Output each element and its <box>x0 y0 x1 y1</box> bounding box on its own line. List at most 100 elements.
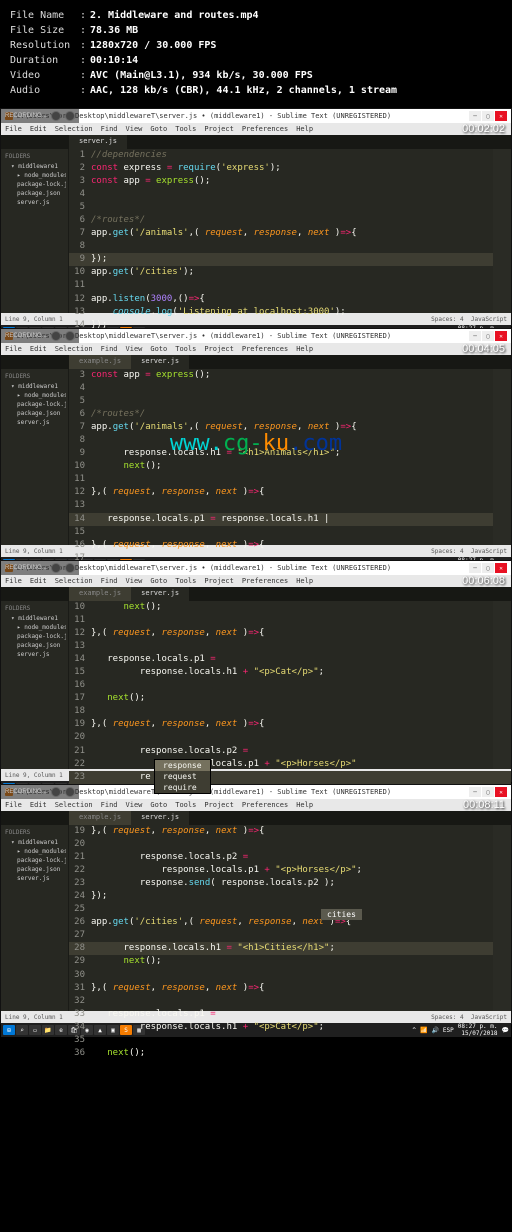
menu-project[interactable]: Project <box>204 577 234 585</box>
code-line[interactable]: 33 response.locals.p1 = <box>69 1008 511 1021</box>
code-content[interactable]: response.locals.h1 = "<h1>Cities</h1>"; <box>91 942 335 955</box>
minimap[interactable] <box>493 825 511 1011</box>
code-line[interactable]: 36 next(); <box>69 1047 511 1060</box>
code-content[interactable]: console.log('Listening at localhost:3000… <box>91 306 346 319</box>
autocomplete-item[interactable]: require <box>155 782 210 793</box>
menu-edit[interactable]: Edit <box>30 345 47 353</box>
code-content[interactable]: app.get('/cities',( request, response, n… <box>91 916 351 929</box>
code-line[interactable]: 20 <box>69 838 511 851</box>
code-content[interactable]: response.locals.p1 = <box>91 1008 216 1021</box>
code-line[interactable]: 11 <box>69 473 511 486</box>
code-line[interactable]: 4 <box>69 188 511 201</box>
code-line[interactable]: 20 <box>69 731 511 744</box>
menu-tools[interactable]: Tools <box>175 345 196 353</box>
sidebar-item[interactable]: server.js <box>3 874 66 883</box>
code-content[interactable]: const app = express(); <box>91 175 210 188</box>
sidebar-item[interactable]: ▾ middleware1 <box>3 614 66 623</box>
rec-pause-icon[interactable] <box>51 563 61 573</box>
sidebar-item[interactable]: ▾ middleware1 <box>3 382 66 391</box>
menu-project[interactable]: Project <box>204 125 234 133</box>
code-line[interactable]: 14 response.locals.p1 = <box>69 653 511 666</box>
code-content[interactable]: },( request, response, next )=>{ <box>91 982 264 995</box>
menu-edit[interactable]: Edit <box>30 125 47 133</box>
menu-preferences[interactable]: Preferences <box>242 801 288 809</box>
menu-file[interactable]: File <box>5 125 22 133</box>
menu-view[interactable]: View <box>126 801 143 809</box>
code-content[interactable]: response.locals.p2 = <box>91 745 248 758</box>
code-line[interactable]: 10 next(); <box>69 601 511 614</box>
code-line[interactable]: 3const app = express(); <box>69 175 511 188</box>
sidebar-item[interactable]: ▾ middleware1 <box>3 162 66 171</box>
tab-active[interactable]: server.js <box>131 811 189 825</box>
code-line[interactable]: 22 response.locals.p1 + "<p>Horses</p>"; <box>69 864 511 877</box>
code-line[interactable]: 12},( request, response, next )=>{ <box>69 486 511 499</box>
menu-tools[interactable]: Tools <box>175 801 196 809</box>
edge-icon[interactable]: e <box>55 1025 67 1035</box>
code-line[interactable]: 11 <box>69 614 511 627</box>
code-line[interactable]: 3const app = express(); <box>69 369 511 382</box>
search-icon[interactable]: ⌕ <box>16 1025 28 1035</box>
code-editor[interactable]: 1//dependencies2const express = require(… <box>69 149 511 313</box>
code-content[interactable]: response.locals.p1 + "<p>Horses</p>" <box>91 758 357 771</box>
menu-file[interactable]: File <box>5 801 22 809</box>
code-content[interactable]: next(); <box>91 601 161 614</box>
minimize-button[interactable]: ─ <box>469 787 481 797</box>
code-content[interactable]: },( request, response, next )=>{ <box>91 539 264 552</box>
code-line[interactable]: 21 response.locals.p2 = <box>69 745 511 758</box>
code-editor[interactable]: 3const app = express();456/*routes*/7app… <box>69 369 511 545</box>
code-line[interactable]: 23 re <box>69 771 511 784</box>
close-button[interactable]: ✕ <box>495 787 507 797</box>
code-line[interactable]: 24}); <box>69 890 511 903</box>
code-line[interactable]: 28 response.locals.h1 = "<h1>Cities</h1>… <box>69 942 511 955</box>
code-line[interactable]: 16},( request, response, next )=>{ <box>69 539 511 552</box>
autocomplete-item[interactable]: request <box>155 771 210 782</box>
autocomplete-item[interactable]: response <box>155 760 210 771</box>
tab-inactive[interactable]: example.js <box>69 355 131 369</box>
menu-preferences[interactable]: Preferences <box>242 577 288 585</box>
menu-selection[interactable]: Selection <box>55 345 93 353</box>
sidebar-item[interactable]: package.json <box>3 641 66 650</box>
code-line[interactable]: 8 <box>69 434 511 447</box>
code-content[interactable]: response.locals.h1 + "<p>Cat</p>"; <box>91 1021 324 1034</box>
code-line[interactable]: 14 response.locals.p1 = response.locals.… <box>69 513 511 526</box>
sidebar-item[interactable]: package-lock.json <box>3 632 66 641</box>
sidebar-item[interactable]: server.js <box>3 198 66 207</box>
code-content[interactable]: //dependencies <box>91 149 167 162</box>
code-line[interactable]: 35 <box>69 1034 511 1047</box>
code-content[interactable]: response.locals.p1 = <box>91 653 216 666</box>
close-button[interactable]: ✕ <box>495 111 507 121</box>
rec-stop-icon[interactable] <box>65 331 75 341</box>
code-line[interactable]: 6/*routes*/ <box>69 408 511 421</box>
code-line[interactable]: 23 response.send( response.locals.p2 ); <box>69 877 511 890</box>
code-content[interactable]: next(); <box>91 1047 145 1060</box>
menu-selection[interactable]: Selection <box>55 577 93 585</box>
tab-inactive[interactable]: example.js <box>69 811 131 825</box>
sidebar-item[interactable]: server.js <box>3 650 66 659</box>
code-line[interactable]: 13 <box>69 640 511 653</box>
autocomplete-popup[interactable]: responserequestrequire <box>154 759 211 794</box>
code-line[interactable]: 16 <box>69 679 511 692</box>
sidebar-item[interactable]: ▸ node_modules <box>3 391 66 400</box>
code-line[interactable]: 13 <box>69 499 511 512</box>
code-content[interactable]: const express = require('express'); <box>91 162 281 175</box>
code-editor[interactable]: 10 next();1112},( request, response, nex… <box>69 601 511 769</box>
code-line[interactable]: 15 <box>69 526 511 539</box>
sidebar-item[interactable]: package-lock.json <box>3 856 66 865</box>
rec-stop-icon[interactable] <box>65 563 75 573</box>
code-line[interactable]: 18 <box>69 705 511 718</box>
maximize-button[interactable]: ▢ <box>482 111 494 121</box>
menu-edit[interactable]: Edit <box>30 577 47 585</box>
close-button[interactable]: ✕ <box>495 331 507 341</box>
code-content[interactable]: }); <box>91 253 107 266</box>
code-content[interactable]: response.locals.p2 = <box>91 851 248 864</box>
sidebar-item[interactable]: ▸ node_modules <box>3 847 66 856</box>
code-content[interactable]: },( request, response, next )=>{ <box>91 627 264 640</box>
menu-help[interactable]: Help <box>296 577 313 585</box>
sidebar-item[interactable]: ▸ node_modules <box>3 171 66 180</box>
code-line[interactable]: 7app.get('/animals',( request, response,… <box>69 421 511 434</box>
code-content[interactable]: const app = express(); <box>91 369 210 382</box>
sidebar-item[interactable]: ▸ node_modules <box>3 623 66 632</box>
code-content[interactable]: /*routes*/ <box>91 408 145 421</box>
rec-pause-icon[interactable] <box>51 787 61 797</box>
code-line[interactable]: 8 <box>69 240 511 253</box>
